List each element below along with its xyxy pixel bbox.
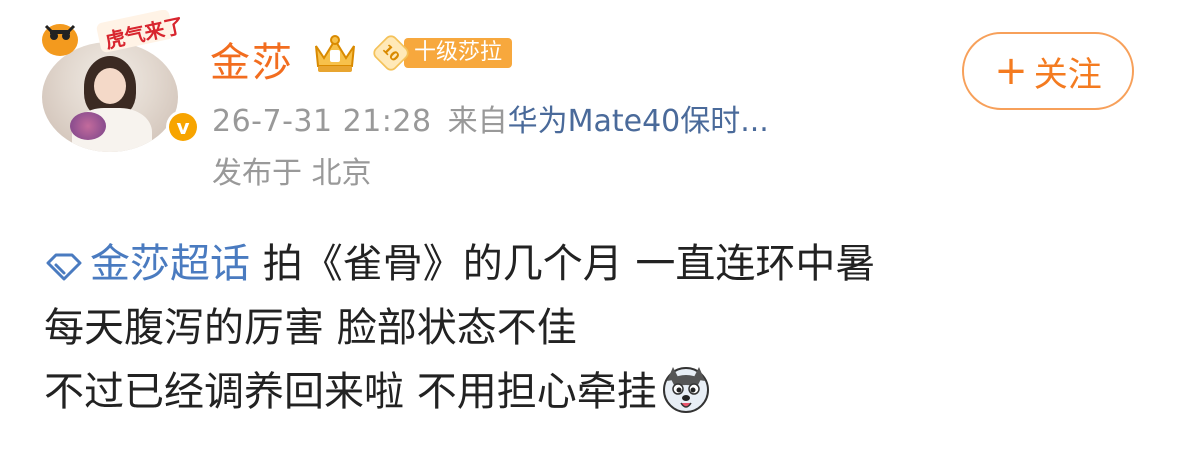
text-line-1: 拍《雀骨》的几个月 一直连环中暑 (262, 241, 876, 287)
vip-crown-icon (315, 35, 355, 72)
source-device-link[interactable]: 华为Mate40保时... (508, 104, 769, 139)
post-time: 26-7-31 21:28 (212, 104, 432, 139)
follow-button[interactable]: + 关注 (962, 32, 1134, 110)
level-label: 十级莎拉 (404, 38, 513, 68)
content-line-1: 金莎超话 拍《雀骨》的几个月 一直连环中暑 (44, 232, 1144, 296)
verified-badge: v (166, 110, 200, 144)
topic-link[interactable]: 金莎超话 (44, 241, 250, 287)
tiger-avatar-frame-icon: 虎气来了 (42, 10, 180, 56)
husky-emoji-icon (662, 367, 709, 413)
follow-label: 关注 (1033, 54, 1102, 95)
post-content: 金莎超话 拍《雀骨》的几个月 一直连环中暑 每天腹泻的厉害 脸部状态不佳 不过已… (44, 232, 1144, 424)
text-line-2: 每天腹泻的厉害 脸部状态不佳 (44, 305, 577, 351)
post-meta: 26-7-31 21:28 来自华为Mate40保时... (212, 96, 769, 140)
post-location: 发布于 北京 (212, 156, 372, 191)
username[interactable]: 金莎 (210, 30, 294, 88)
source-prefix: 来自 (447, 104, 508, 139)
user-level-badge[interactable]: 10 十级莎拉 (370, 32, 513, 74)
topic-label: 金莎超话 (90, 241, 250, 287)
topic-diamond-icon (46, 253, 82, 281)
plus-icon: + (994, 48, 1028, 94)
text-line-3: 不过已经调养回来啦 不用担心牵挂 (44, 369, 657, 415)
avatar-container[interactable]: 虎气来了 v (40, 10, 200, 152)
content-line-3: 不过已经调养回来啦 不用担心牵挂 (44, 360, 1144, 424)
verified-icon: v (169, 113, 197, 141)
